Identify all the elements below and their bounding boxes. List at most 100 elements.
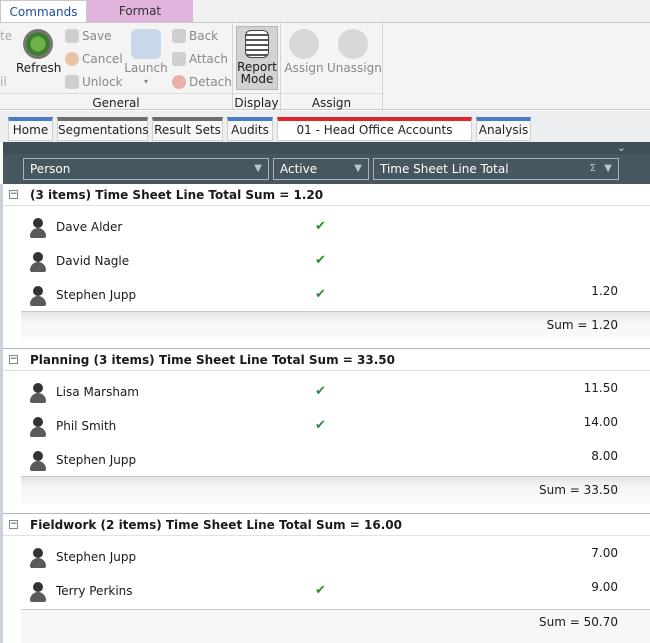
person-icon bbox=[29, 582, 47, 602]
cut-off-button[interactable]: te bbox=[0, 29, 12, 43]
group-title: Fieldwork (2 items) Time Sheet Line Tota… bbox=[30, 518, 402, 532]
person-name: Stephen Jupp bbox=[56, 550, 137, 564]
launch-icon bbox=[131, 29, 161, 59]
time-sheet-total: 1.20 bbox=[591, 284, 618, 298]
unlock-icon bbox=[65, 75, 79, 89]
table-row[interactable]: Dave Alder ✔ bbox=[21, 210, 650, 244]
person-name: David Nagle bbox=[56, 254, 130, 268]
detach-button[interactable]: Detach bbox=[172, 75, 232, 89]
back-label: Back bbox=[189, 29, 219, 43]
ribbon-group-general: te il Refresh Save Cancel Unlock Launch … bbox=[0, 23, 233, 111]
table-row[interactable]: Terry Perkins ✔ 9.00 bbox=[21, 574, 650, 608]
filter-icon[interactable]: ▼ bbox=[604, 159, 612, 179]
save-label: Save bbox=[82, 29, 112, 43]
unassign-button[interactable]: Unassign bbox=[327, 29, 382, 74]
grid-top-bar bbox=[3, 142, 650, 154]
person-name: Lisa Marsham bbox=[56, 385, 139, 399]
column-header-time-sheet-line-total[interactable]: Time Sheet Line Total Σ ▼ bbox=[373, 158, 619, 180]
launch-label: Launch bbox=[124, 61, 168, 75]
ribbon-group-label: Display bbox=[233, 93, 280, 110]
active-check-icon: ✔ bbox=[315, 253, 326, 268]
unlock-button[interactable]: Unlock bbox=[65, 75, 123, 89]
back-icon bbox=[172, 29, 186, 43]
table-row[interactable]: Stephen Jupp ✔ 1.20 bbox=[21, 278, 650, 312]
grid-left-border bbox=[0, 184, 3, 643]
cut-off-button[interactable]: il bbox=[0, 75, 7, 89]
table-row[interactable]: Stephen Jupp 7.00 bbox=[21, 540, 650, 574]
group-row[interactable]: − Planning (3 items) Time Sheet Line Tot… bbox=[3, 349, 650, 371]
refresh-button[interactable]: Refresh bbox=[16, 29, 61, 74]
column-header-label: Active bbox=[280, 162, 318, 176]
group-separator bbox=[3, 504, 650, 514]
column-header-label: Person bbox=[30, 162, 71, 176]
person-name: Dave Alder bbox=[56, 220, 123, 234]
person-name: Terry Perkins bbox=[56, 584, 133, 598]
ribbon: te il Refresh Save Cancel Unlock Launch … bbox=[0, 22, 650, 111]
grand-total: Sum = 50.70 bbox=[539, 615, 618, 629]
person-icon bbox=[29, 548, 47, 568]
tab-analysis[interactable]: Analysis bbox=[476, 117, 531, 141]
active-check-icon: ✔ bbox=[315, 287, 326, 302]
table-row[interactable]: Phil Smith ✔ 14.00 bbox=[21, 409, 650, 443]
tab-audits[interactable]: Audits bbox=[227, 117, 273, 141]
group-sum: Sum = 1.20 bbox=[546, 318, 618, 332]
person-icon bbox=[29, 218, 47, 238]
chevron-down-icon[interactable]: ⌄ bbox=[617, 141, 626, 154]
person-icon bbox=[29, 252, 47, 272]
tab-result-sets[interactable]: Result Sets bbox=[152, 117, 223, 141]
group-row[interactable]: − (3 items) Time Sheet Line Total Sum = … bbox=[3, 184, 650, 206]
detach-label: Detach bbox=[189, 75, 232, 89]
time-sheet-total: 14.00 bbox=[583, 415, 618, 429]
assign-button[interactable]: Assign bbox=[284, 29, 324, 74]
ribbon-tab-format[interactable]: Format bbox=[87, 0, 193, 22]
group-title: (3 items) Time Sheet Line Total Sum = 1.… bbox=[30, 188, 324, 202]
report-mode-button[interactable]: Report Mode bbox=[236, 26, 278, 90]
detach-icon bbox=[172, 75, 186, 89]
collapse-icon[interactable]: − bbox=[9, 190, 18, 199]
grid-header: Person ▼ Active ▼ Time Sheet Line Total … bbox=[3, 154, 650, 184]
ribbon-group-label: General bbox=[0, 93, 232, 110]
attach-button[interactable]: Attach bbox=[172, 52, 228, 66]
table-row[interactable]: Lisa Marsham ✔ 11.50 bbox=[21, 375, 650, 409]
active-check-icon: ✔ bbox=[315, 418, 326, 433]
time-sheet-total: 7.00 bbox=[591, 546, 618, 560]
cut-off-label: il bbox=[0, 75, 7, 89]
group-title: Planning (3 items) Time Sheet Line Total… bbox=[30, 353, 395, 367]
report-icon bbox=[245, 30, 269, 58]
collapse-icon[interactable]: − bbox=[9, 520, 18, 529]
attach-icon bbox=[172, 52, 186, 66]
person-name: Stephen Jupp bbox=[56, 288, 137, 302]
tab-segmentations[interactable]: Segmentations bbox=[57, 117, 149, 141]
refresh-icon bbox=[23, 29, 53, 59]
active-check-icon: ✔ bbox=[315, 219, 326, 234]
active-check-icon: ✔ bbox=[315, 384, 326, 399]
person-name: Phil Smith bbox=[56, 419, 117, 433]
column-header-label: Time Sheet Line Total bbox=[380, 162, 509, 176]
person-icon bbox=[29, 286, 47, 306]
group-sum: Sum = 33.50 bbox=[539, 483, 618, 497]
ribbon-group-display: Report Mode Display bbox=[233, 23, 281, 111]
back-button[interactable]: Back bbox=[172, 29, 218, 43]
filter-icon[interactable]: ▼ bbox=[254, 159, 262, 179]
table-row[interactable]: David Nagle ✔ bbox=[21, 244, 650, 278]
column-header-active[interactable]: Active ▼ bbox=[273, 158, 369, 180]
filter-icon[interactable]: ▼ bbox=[354, 159, 362, 179]
cancel-button[interactable]: Cancel bbox=[65, 52, 123, 66]
unassign-user-icon bbox=[338, 29, 368, 59]
launch-button[interactable]: Launch ▾ bbox=[124, 29, 168, 88]
tab-home[interactable]: Home bbox=[8, 117, 53, 141]
cancel-icon bbox=[65, 52, 79, 66]
time-sheet-total: 11.50 bbox=[583, 381, 618, 395]
group-summary-row: Sum = 1.20 bbox=[21, 311, 650, 339]
collapse-icon[interactable]: − bbox=[9, 355, 18, 364]
time-sheet-total: 9.00 bbox=[591, 580, 618, 594]
tab-head-office-accounts-payable[interactable]: 01 - Head Office Accounts Payable bbox=[277, 117, 472, 156]
report-mode-label-line2: Mode bbox=[240, 72, 274, 86]
column-header-person[interactable]: Person ▼ bbox=[23, 158, 269, 180]
assign-label: Assign bbox=[284, 61, 324, 75]
ribbon-tab-commands[interactable]: Commands bbox=[0, 0, 87, 22]
save-button[interactable]: Save bbox=[65, 29, 111, 43]
group-row[interactable]: − Fieldwork (2 items) Time Sheet Line To… bbox=[3, 514, 650, 536]
table-row[interactable]: Stephen Jupp 8.00 bbox=[21, 443, 650, 477]
ribbon-group-assign: Assign Unassign Assign bbox=[281, 23, 383, 111]
